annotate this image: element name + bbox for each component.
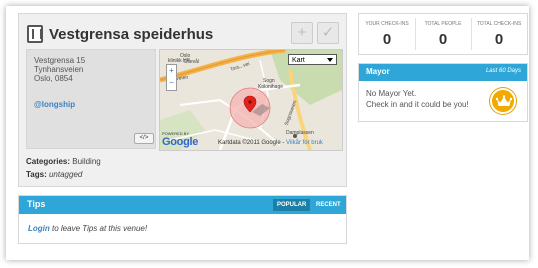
twitter-handle-link[interactable]: @longship	[34, 100, 75, 109]
stat-value: 0	[382, 31, 392, 48]
map-attribution-text: Kartdata ©2011 Google -	[218, 140, 287, 146]
stat-value: 0	[494, 31, 504, 48]
stat-label: TOTAL CHECK-INS	[476, 21, 522, 27]
venue-title-row: Vestgrensa speiderhus	[27, 22, 213, 46]
plus-icon: +	[297, 24, 307, 41]
stat-label: YOUR CHECK-INS	[365, 21, 409, 27]
mayor-callout: Check in and it could be you!	[366, 100, 469, 109]
checkin-stats: YOUR CHECK-INS 0 TOTAL PEOPLE 0 TOTAL CH…	[358, 13, 528, 55]
map-label-damplassen: Damplassen	[286, 130, 314, 136]
categories-row: Categories: Building	[26, 157, 101, 166]
tags-value: untagged	[48, 170, 83, 179]
map-zoom-control[interactable]: + −	[166, 64, 177, 91]
tips-body-text: to leave Tips at this venue!	[49, 224, 148, 233]
stat-value: 0	[438, 31, 448, 48]
chevron-down-icon	[327, 58, 333, 62]
mayor-panel: Mayor Last 60 Days No Mayor Yet. Check i…	[358, 63, 528, 122]
tags-row: Tags: untagged	[26, 170, 82, 179]
tags-label: Tags:	[26, 170, 47, 179]
tips-panel: Tips POPULAR RECENT Login to leave Tips …	[18, 195, 347, 244]
mayor-badge	[490, 88, 516, 114]
checkmark-icon: ✓	[321, 24, 335, 41]
terms-of-use-link[interactable]: Vilkår for bruk	[286, 140, 323, 146]
address-box: Vestgrensa 15 Tynhansveien Oslo, 0854 @l…	[26, 49, 156, 149]
zoom-in-button[interactable]: +	[167, 65, 176, 77]
venue-name: Vestgrensa speiderhus	[49, 25, 214, 43]
map-type-value: Kart	[292, 57, 305, 64]
categories-label: Categories:	[26, 157, 71, 166]
tips-header: Tips POPULAR RECENT	[19, 196, 346, 214]
map-type-select[interactable]: Kart	[288, 54, 337, 65]
stat-total-people: TOTAL PEOPLE 0	[415, 14, 471, 54]
map-attribution: Kartdata ©2011 Google - Vilkår for bruk	[218, 140, 323, 146]
tips-body: Login to leave Tips at this venue!	[28, 224, 147, 233]
map-label-kolonihage: Kolonihage	[258, 84, 284, 90]
stat-total-checkins: TOTAL CHECK-INS 0	[471, 14, 527, 54]
zoom-out-button[interactable]: −	[167, 77, 176, 89]
add-to-list-button[interactable]: +	[291, 22, 313, 44]
venue-card: Vestgrensa speiderhus + ✓ Vestgrensa 15 …	[18, 13, 347, 187]
mayor-status: No Mayor Yet.	[366, 89, 417, 98]
tab-recent[interactable]: RECENT	[312, 199, 345, 211]
tips-title: Tips	[27, 199, 46, 209]
embed-code-button[interactable]: </>	[134, 133, 154, 144]
crown-icon	[496, 95, 512, 106]
categories-value: Building	[72, 157, 101, 166]
google-logo[interactable]: Google	[162, 136, 198, 148]
stat-your-checkins: YOUR CHECK-INS 0	[359, 14, 415, 54]
address-city: Oslo, 0854	[34, 74, 73, 83]
login-link[interactable]: Login	[28, 224, 50, 233]
mayor-title: Mayor	[366, 67, 390, 76]
building-icon	[27, 25, 43, 43]
stat-label: TOTAL PEOPLE	[424, 21, 462, 27]
tab-popular[interactable]: POPULAR	[273, 199, 311, 211]
mayor-header: Mayor Last 60 Days	[359, 64, 527, 81]
check-in-button[interactable]: ✓	[317, 22, 339, 44]
venue-map[interactable]: Oslo Ullevål Sogn Kolonihage Damplassen …	[159, 49, 343, 151]
mayor-period: Last 60 Days	[485, 68, 521, 74]
